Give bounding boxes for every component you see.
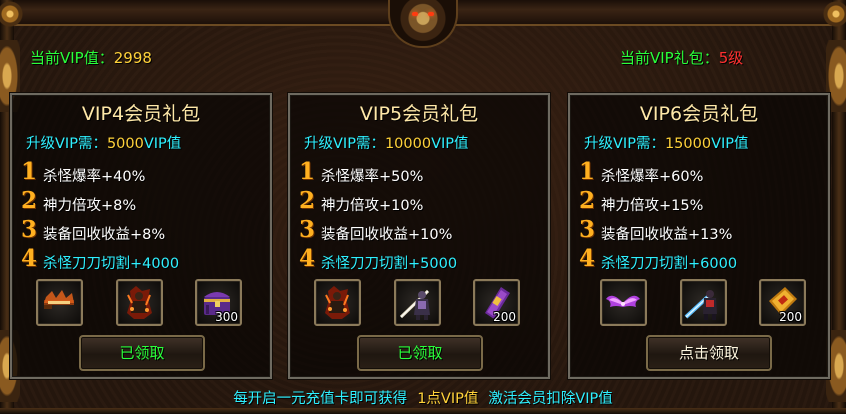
item-count: 200	[779, 310, 802, 324]
req-unit: VIP值	[711, 136, 749, 152]
perk-text: 神力倍攻+10%	[321, 198, 424, 214]
perk-text: 杀怪爆率+40%	[43, 169, 146, 185]
perk-item: 2 神力倍攻+15%	[578, 187, 824, 215]
current-pack-level: 5级	[718, 49, 744, 67]
ice-swordsman-icon	[684, 290, 717, 320]
claimed-button[interactable]: 已领取	[357, 335, 483, 371]
flame-warrior-icon	[127, 286, 152, 319]
current-pack-label: 当前VIP礼包：	[620, 49, 719, 67]
claimed-button[interactable]: 已领取	[79, 335, 205, 371]
req-unit: VIP值	[143, 136, 182, 152]
footer-info: 每开启一元充值卡即可获得 1点VIP值 激活会员扣除VIP值	[0, 387, 846, 408]
claim-button[interactable]: 点击领取	[646, 335, 772, 371]
req-unit: VIP值	[431, 136, 469, 152]
reward-slot[interactable]	[394, 279, 441, 326]
reward-slot[interactable]: 300	[195, 279, 242, 326]
reward-slot[interactable]: 200	[473, 279, 520, 326]
perk-item: 4 杀怪刀刀切割+5000	[298, 245, 544, 273]
vip5-gift-pack: VIP5会员礼包 升级VIP需：10000VIP值 1 杀怪爆率+50% 2 神力倍…	[288, 93, 550, 379]
footer-text-3: 激活会员扣除VIP值	[488, 391, 613, 407]
perk-text: 杀怪刀刀切割+5000	[321, 256, 458, 272]
req-label: 升级VIP需：	[26, 136, 107, 152]
pack-requirement: 升级VIP需：5000VIP值	[26, 132, 181, 153]
req-label: 升级VIP需：	[304, 136, 385, 152]
perk-item: 2 神力倍攻+10%	[298, 187, 544, 215]
reward-slot[interactable]	[36, 279, 83, 326]
perk-text: 装备回收收益+10%	[321, 227, 453, 243]
perk-number: 4	[20, 245, 37, 272]
perk-item: 3 装备回收收益+10%	[298, 216, 544, 244]
perk-item: 3 装备回收收益+13%	[578, 216, 824, 244]
reward-slot[interactable]: 200	[759, 279, 806, 326]
pack-title: VIP5会员礼包	[359, 103, 479, 125]
reward-slot[interactable]	[314, 279, 361, 326]
current-vip-value: 2998	[113, 49, 152, 67]
pack-requirement: 升级VIP需：15000VIP值	[584, 132, 749, 153]
perk-text: 杀怪爆率+60%	[601, 169, 704, 185]
perk-item: 1 杀怪爆率+60%	[578, 158, 824, 186]
perk-item: 1 杀怪爆率+50%	[298, 158, 544, 186]
reward-slot[interactable]	[600, 279, 647, 326]
perk-number: 3	[20, 216, 37, 243]
reward-slot[interactable]	[680, 279, 727, 326]
perk-text: 装备回收收益+8%	[43, 227, 166, 243]
perk-number: 1	[20, 158, 37, 185]
reward-slot[interactable]	[116, 279, 163, 326]
vip6-gift-pack: VIP6会员礼包 升级VIP需：15000VIP值 1 杀怪爆率+60% 2 神力倍…	[568, 93, 830, 379]
pack-title: VIP6会员礼包	[639, 103, 759, 125]
perk-text: 杀怪爆率+50%	[321, 169, 424, 185]
perk-item: 3 装备回收收益+8%	[20, 216, 266, 244]
req-label: 升级VIP需：	[584, 136, 665, 152]
flame-sword-icon	[44, 290, 74, 309]
pack-title: VIP4会员礼包	[81, 103, 201, 125]
perk-number: 2	[298, 187, 315, 214]
armored-swordsman-icon	[399, 289, 430, 320]
pack-requirement: 升级VIP需：10000VIP值	[304, 132, 469, 153]
perk-item: 4 杀怪刀刀切割+4000	[20, 245, 266, 273]
req-value: 5000	[106, 136, 144, 152]
footer-text-2: 1点VIP值	[417, 391, 479, 407]
perk-text: 杀怪刀刀切割+4000	[43, 256, 180, 272]
perk-text: 神力倍攻+15%	[601, 198, 704, 214]
demon-crest-icon	[388, 0, 458, 48]
perk-number: 2	[578, 187, 595, 214]
perk-number: 4	[298, 245, 315, 272]
perk-number: 3	[578, 216, 595, 243]
current-vip-value-display: 当前VIP值：2998	[30, 47, 152, 68]
req-value: 10000	[384, 136, 432, 152]
flame-warrior-icon	[325, 286, 350, 319]
perk-item: 1 杀怪爆率+40%	[20, 158, 266, 186]
perk-text: 神力倍攻+8%	[43, 198, 137, 214]
vip-gift-panel: 当前VIP值：2998 当前VIP礼包：5级 VIP4会员礼包 升级VIP需：5…	[0, 0, 846, 414]
purple-wings-icon	[606, 295, 640, 307]
corner-ornament-icon	[822, 0, 846, 28]
current-vip-pack-display: 当前VIP礼包：5级	[620, 47, 743, 68]
perk-number: 1	[298, 158, 315, 185]
perk-number: 4	[578, 245, 595, 272]
perk-number: 2	[20, 187, 37, 214]
perk-text: 装备回收收益+13%	[601, 227, 733, 243]
item-count: 300	[215, 310, 238, 324]
current-vip-label: 当前VIP值：	[30, 49, 114, 67]
req-value: 15000	[664, 136, 712, 152]
item-count: 200	[493, 310, 516, 324]
perk-number: 3	[298, 216, 315, 243]
perk-item: 2 神力倍攻+8%	[20, 187, 266, 215]
perk-text: 杀怪刀刀切割+6000	[601, 256, 738, 272]
perk-item: 4 杀怪刀刀切割+6000	[578, 245, 824, 273]
footer-text-1: 每开启一元充值卡即可获得	[233, 391, 408, 407]
vip4-gift-pack: VIP4会员礼包 升级VIP需：5000VIP值 1 杀怪爆率+40% 2 神力倍攻…	[10, 93, 272, 379]
frame-bottom-border	[0, 408, 846, 414]
perk-number: 1	[578, 158, 595, 185]
